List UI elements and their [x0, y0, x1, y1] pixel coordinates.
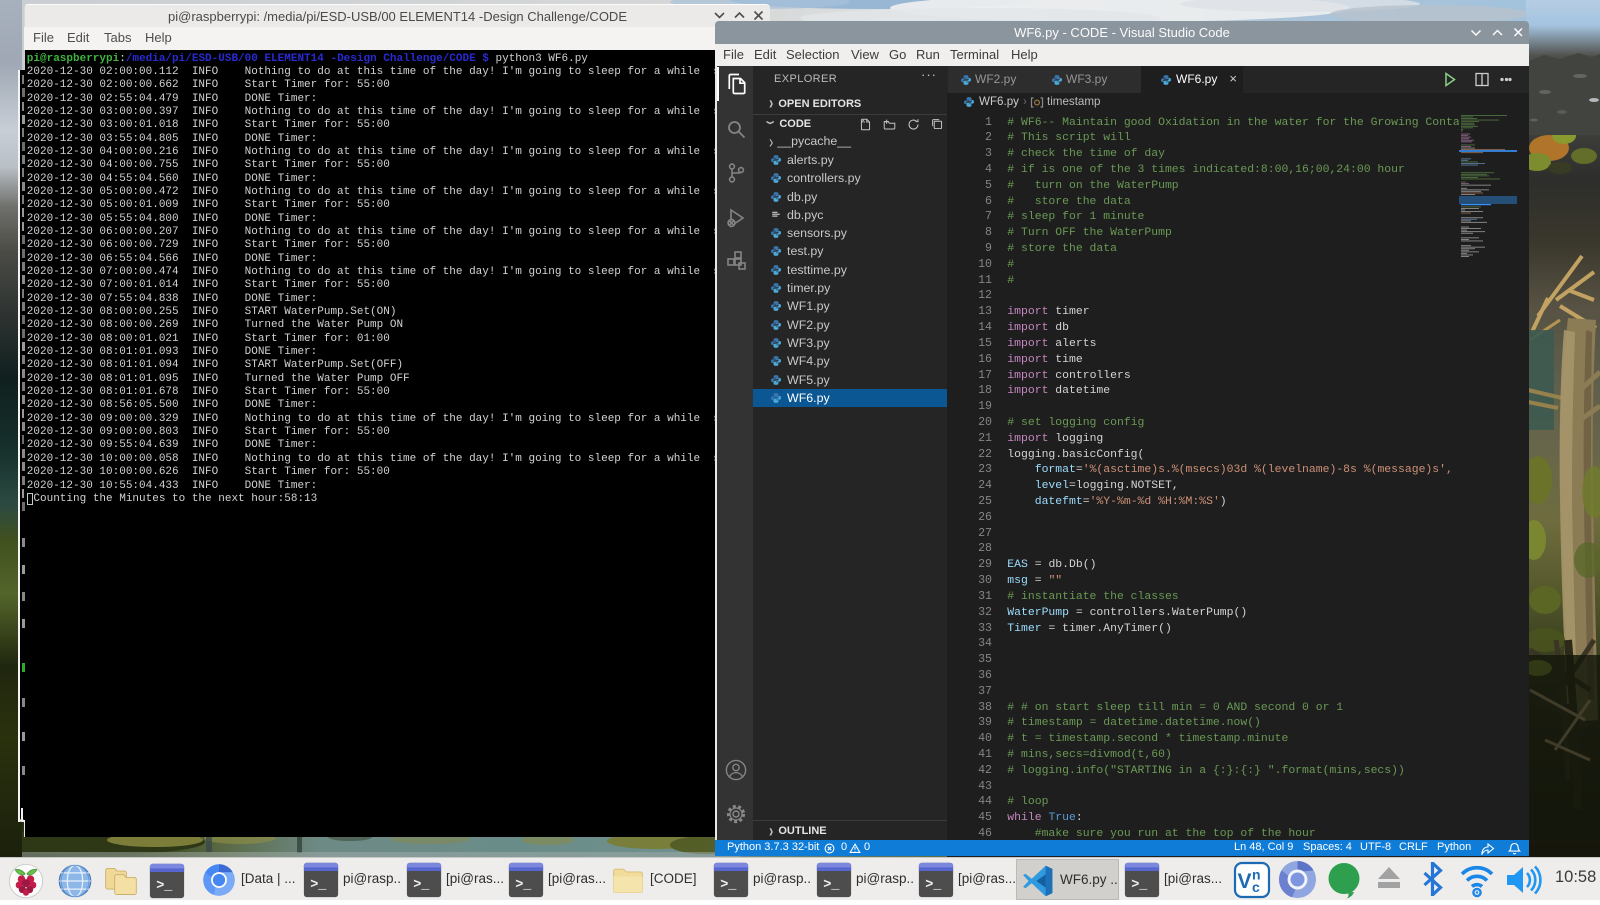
svg-text:>_: >_	[156, 879, 173, 894]
svg-text:>_: >_	[515, 878, 532, 893]
svg-text:>_: >_	[823, 878, 840, 893]
svg-text:>_: >_	[720, 878, 737, 893]
svg-text:c: c	[1252, 879, 1260, 895]
svg-text:>_: >_	[310, 878, 327, 893]
svg-text:>_: >_	[1131, 878, 1148, 893]
svg-text:>_: >_	[925, 878, 942, 893]
svg-text:V: V	[1238, 870, 1252, 893]
svg-text:>_: >_	[413, 878, 430, 893]
